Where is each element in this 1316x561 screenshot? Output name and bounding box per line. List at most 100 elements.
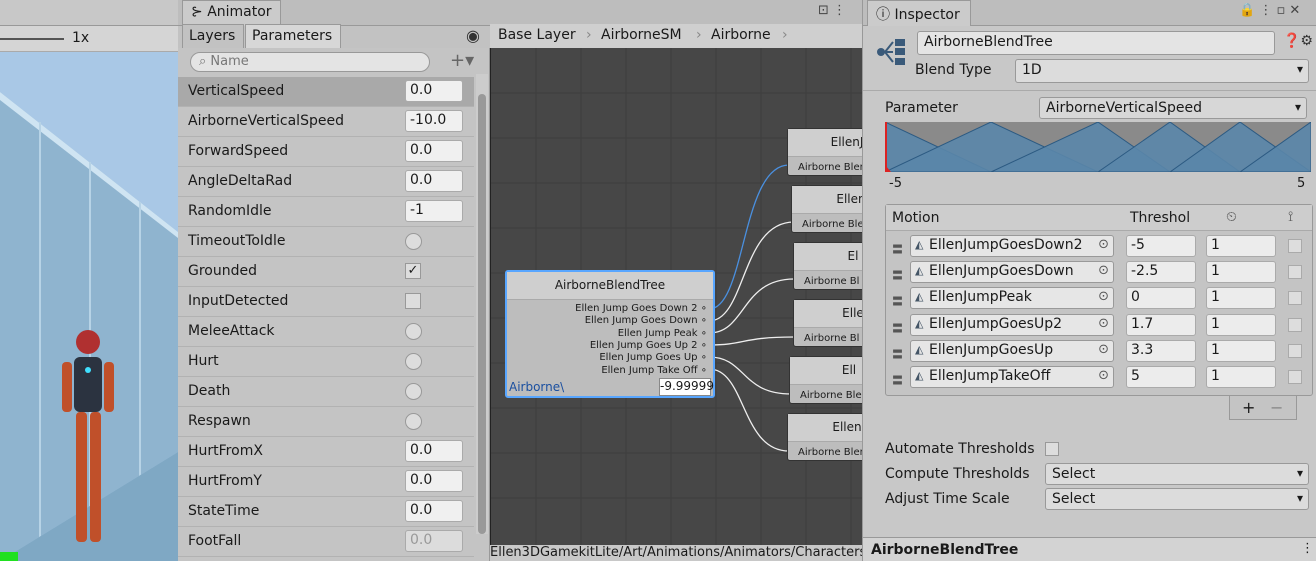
tab-layers[interactable]: Layers [182, 24, 244, 49]
parameter-dropdown[interactable]: AirborneVerticalSpeed [1039, 97, 1307, 119]
mirror-checkbox[interactable] [1288, 265, 1302, 280]
threshold-field[interactable]: 5 [1126, 366, 1196, 388]
parameter-row[interactable]: RandomIdle -1 [178, 197, 474, 227]
parameter-row[interactable]: Hurt [178, 347, 474, 377]
blend-output-port[interactable]: Ellen Jump Goes Down 2 ∘ [575, 303, 707, 314]
time-scale-field[interactable]: 1 [1206, 366, 1276, 388]
clip-node[interactable]: Ellen Airborne Blen [787, 413, 862, 461]
object-picker-icon[interactable]: ⊙ [1098, 237, 1109, 252]
drag-handle-icon[interactable]: 〓 [892, 241, 903, 257]
parameter-row[interactable]: Death [178, 377, 474, 407]
search-input[interactable]: ⌕ Name [190, 52, 430, 72]
motion-clip-field[interactable]: ◭ EllenJumpGoesDown ⊙ [910, 261, 1114, 284]
time-scale-field[interactable]: 1 [1206, 287, 1276, 310]
blend-type-dropdown[interactable]: 1D [1015, 59, 1309, 83]
parameter-trigger-toggle[interactable] [405, 233, 422, 250]
motion-clip-field[interactable]: ◭ EllenJumpGoesUp2 ⊙ [910, 313, 1114, 336]
blend-tree-node[interactable]: AirborneBlendTree Ellen Jump Goes Down 2… [505, 270, 715, 398]
threshold-field[interactable]: -2.5 [1126, 261, 1196, 284]
parameter-row[interactable]: VerticalSpeed 0.0 [178, 77, 474, 107]
drag-handle-icon[interactable]: 〓 [892, 320, 903, 336]
parameter-value-field[interactable]: -1 [405, 200, 463, 222]
parameter-trigger-toggle[interactable] [405, 383, 422, 400]
zoom-slider[interactable] [0, 38, 64, 40]
mirror-checkbox[interactable] [1288, 291, 1302, 306]
motion-clip-field[interactable]: ◭ EllenJumpPeak ⊙ [910, 287, 1114, 310]
adjust-time-scale-dropdown[interactable]: Select [1045, 488, 1309, 510]
object-picker-icon[interactable]: ⊙ [1098, 263, 1109, 278]
object-picker-icon[interactable]: ⊙ [1098, 316, 1109, 331]
threshold-field[interactable]: 3.3 [1126, 339, 1196, 362]
drag-handle-icon[interactable]: 〓 [892, 267, 903, 283]
mirror-checkbox[interactable] [1288, 343, 1302, 358]
parameter-row[interactable]: HurtFromX 0.0 [178, 437, 474, 467]
threshold-field[interactable]: -5 [1126, 235, 1196, 257]
blend-param-value[interactable]: -9.99999 [659, 378, 714, 396]
parameter-value-field[interactable]: 0.0 [405, 530, 463, 552]
parameter-value-field[interactable]: 0.0 [405, 140, 463, 162]
drag-handle-icon[interactable]: 〓 [892, 293, 903, 309]
parameter-checkbox[interactable] [405, 293, 421, 309]
drag-handle-icon[interactable]: 〓 [892, 372, 903, 388]
object-name-field[interactable]: AirborneBlendTree [917, 31, 1275, 55]
parameter-value-field[interactable]: 0.0 [405, 170, 463, 192]
blend-output-port[interactable]: Ellen Jump Peak ∘ [618, 328, 707, 339]
help-gear-icon[interactable]: ❓⚙ [1283, 33, 1313, 49]
blend-output-port[interactable]: Ellen Jump Goes Up ∘ [599, 352, 707, 363]
parameter-trigger-toggle[interactable] [405, 413, 422, 430]
threshold-field[interactable]: 1.7 [1126, 313, 1196, 336]
add-motion-button[interactable]: + [1242, 398, 1255, 417]
window-controls-icon[interactable]: 🔒 ⋮ ▫ ✕ [1239, 3, 1300, 18]
parameter-row[interactable]: ForwardSpeed 0.0 [178, 137, 474, 167]
time-scale-field[interactable]: 1 [1206, 313, 1276, 336]
clip-node[interactable]: Ellen Airborne Ble [791, 185, 862, 233]
inspector-tab[interactable]: ⓘ Inspector [867, 0, 971, 26]
blend-output-port[interactable]: Ellen Jump Goes Up 2 ∘ [590, 340, 707, 351]
parameter-row[interactable]: InputDetected [178, 287, 474, 317]
parameter-row[interactable]: Respawn [178, 407, 474, 437]
preview-menu-icon[interactable]: ⋮ [1301, 541, 1314, 556]
parameter-value-field[interactable]: -10.0 [405, 110, 463, 132]
parameter-value-field[interactable]: 0.0 [405, 500, 463, 522]
blend-output-port[interactable]: Ellen Jump Take Off ∘ [601, 365, 707, 376]
animator-tab[interactable]: ⊱ Animator [182, 0, 281, 26]
time-scale-field[interactable]: 1 [1206, 339, 1276, 362]
blend-output-port[interactable]: Ellen Jump Goes Down ∘ [585, 315, 707, 326]
add-parameter-icon[interactable]: +▾ [450, 50, 474, 71]
parameter-trigger-toggle[interactable] [405, 353, 422, 370]
compute-thresholds-dropdown[interactable]: Select [1045, 463, 1309, 485]
motion-row[interactable]: 〓 ◭ EllenJumpGoesDown2 ⊙ -5 1 [892, 233, 1314, 259]
parameter-row[interactable]: AngleDeltaRad 0.0 [178, 167, 474, 197]
object-picker-icon[interactable]: ⊙ [1098, 342, 1109, 357]
object-picker-icon[interactable]: ⊙ [1098, 289, 1109, 304]
motion-row[interactable]: 〓 ◭ EllenJumpGoesDown ⊙ -2.5 1 [892, 259, 1314, 285]
parameter-row[interactable]: HurtFromY 0.0 [178, 467, 474, 497]
parameter-row[interactable]: FootFall 0.0 [178, 527, 474, 557]
eye-icon[interactable]: ◉ [466, 26, 480, 45]
motion-row[interactable]: 〓 ◭ EllenJumpGoesUp2 ⊙ 1.7 1 [892, 312, 1314, 338]
threshold-field[interactable]: 0 [1126, 287, 1196, 310]
parameter-value-field[interactable]: 0.0 [405, 440, 463, 462]
time-scale-field[interactable]: 1 [1206, 235, 1276, 257]
parameter-value-field[interactable]: 0.0 [405, 470, 463, 492]
motion-clip-field[interactable]: ◭ EllenJumpTakeOff ⊙ [910, 366, 1114, 388]
crumb-airborne[interactable]: Airborne [711, 27, 771, 43]
object-picker-icon[interactable]: ⊙ [1098, 368, 1109, 383]
parameter-scrollbar[interactable] [476, 74, 488, 534]
parameter-row[interactable]: Grounded ✓ [178, 257, 474, 287]
tab-parameters[interactable]: Parameters [245, 24, 341, 49]
mirror-checkbox[interactable] [1288, 370, 1302, 384]
lock-icon[interactable]: ⊡ ⋮ [818, 3, 846, 18]
parameter-checkbox[interactable]: ✓ [405, 263, 421, 279]
parameter-row[interactable]: MeleeAttack [178, 317, 474, 347]
clip-node[interactable]: Elle Airborne Bl [793, 299, 862, 347]
motion-row[interactable]: 〓 ◭ EllenJumpGoesUp ⊙ 3.3 1 [892, 338, 1314, 364]
parameter-row[interactable]: AirborneVerticalSpeed -10.0 [178, 107, 474, 137]
scene-view[interactable]: 1x [0, 0, 178, 561]
mirror-checkbox[interactable] [1288, 317, 1302, 332]
mirror-checkbox[interactable] [1288, 239, 1302, 253]
automate-thresholds-checkbox[interactable] [1045, 442, 1059, 456]
parameter-value-field[interactable]: 0.0 [405, 80, 463, 102]
parameter-row[interactable]: TimeoutToIdle [178, 227, 474, 257]
clip-node[interactable]: El Airborne Bl [793, 242, 862, 290]
